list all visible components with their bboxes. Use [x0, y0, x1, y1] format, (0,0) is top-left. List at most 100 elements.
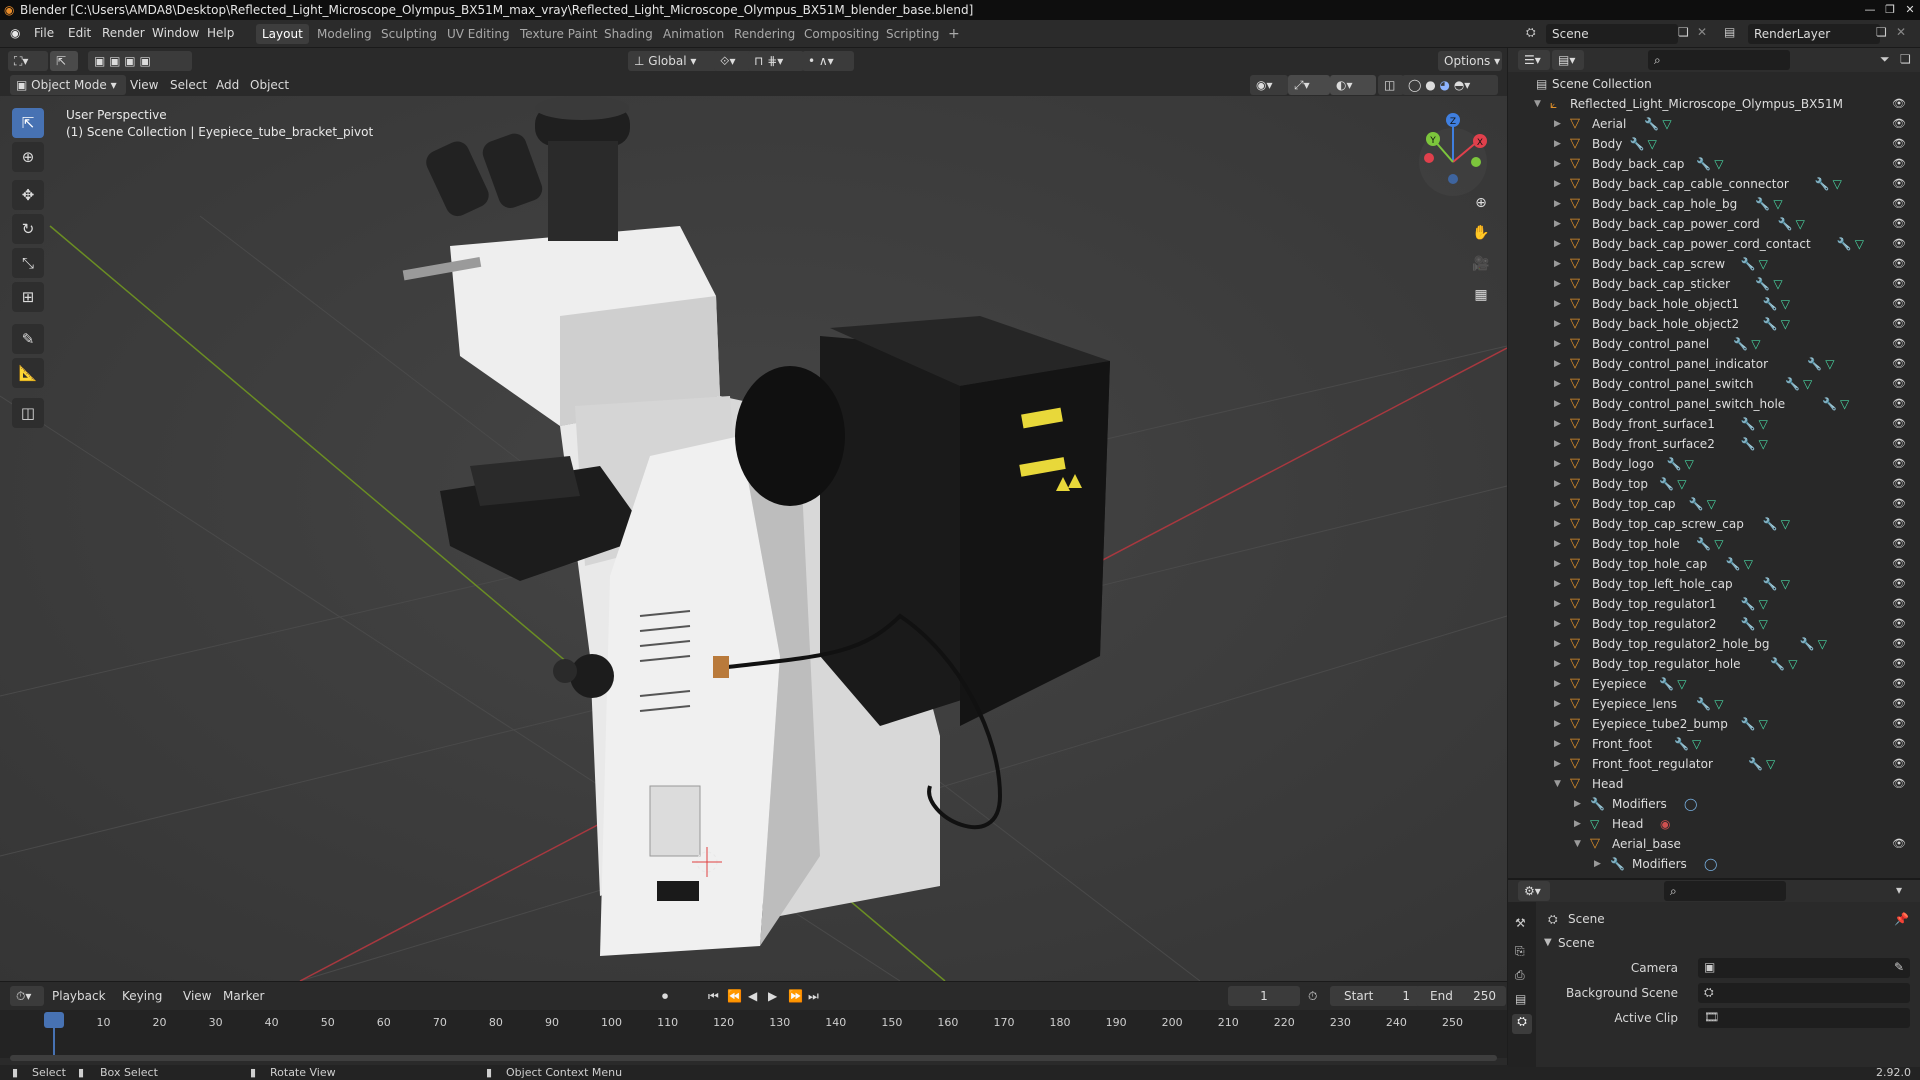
outliner-object-row[interactable]: ▶ ▽ Body_logo 🔧 ▽ 👁	[1508, 454, 1920, 474]
view-layer-delete-icon[interactable]: ✕	[1896, 25, 1906, 39]
expand-chevron-icon[interactable]: ▶	[1554, 714, 1561, 734]
mesh-data-icon[interactable]: ▽	[1796, 214, 1805, 234]
outliner-object-row[interactable]: ▶ ▽ Body_back_cap_screw 🔧 ▽ 👁	[1508, 254, 1920, 274]
material-icon[interactable]: ◉	[1660, 814, 1670, 834]
blender-menu-icon[interactable]: ◉	[10, 20, 20, 47]
outliner-object-row[interactable]: ▶ ▽ Body_back_hole_object1 🔧 ▽ 👁	[1508, 294, 1920, 314]
background-scene-field[interactable]: ⛭	[1698, 983, 1910, 1003]
menu-view[interactable]: View	[130, 75, 158, 95]
modifier-wrench-icon[interactable]: 🔧	[1770, 654, 1785, 674]
tab-uv-editing[interactable]: UV Editing	[441, 24, 516, 44]
outliner-object-row[interactable]: ▶ ▽ Body_top 🔧 ▽ 👁	[1508, 474, 1920, 494]
outliner-object-row[interactable]: ▶ ▽ Body_back_cap_hole_bg 🔧 ▽ 👁	[1508, 194, 1920, 214]
modifier-wrench-icon[interactable]: 🔧	[1659, 474, 1674, 494]
mesh-data-icon[interactable]: ▽	[1677, 474, 1686, 494]
pin-icon[interactable]: 📌	[1894, 912, 1909, 926]
3d-viewport[interactable]: Z X Y User Perspective (1) Scene Collect…	[0, 96, 1507, 981]
modifier-wrench-icon[interactable]: 🔧	[1785, 374, 1800, 394]
outliner-object-row[interactable]: ▶ ▽ Body_back_cap_cable_connector 🔧 ▽ 👁	[1508, 174, 1920, 194]
modifier-wrench-icon[interactable]: 🔧	[1674, 734, 1689, 754]
outliner-object-row[interactable]: ▶ ▽ Body_control_panel_switch_hole 🔧 ▽ 👁	[1508, 394, 1920, 414]
mesh-data-icon[interactable]: ▽	[1781, 574, 1790, 594]
mesh-data-icon[interactable]: ▽	[1744, 554, 1753, 574]
outliner-object-row[interactable]: ▶ ▽ Body_control_panel 🔧 ▽ 👁	[1508, 334, 1920, 354]
visibility-eye-icon[interactable]: 👁	[1892, 614, 1906, 634]
mesh-data-icon[interactable]: ▽	[1751, 334, 1760, 354]
visibility-eye-icon[interactable]: 👁	[1892, 634, 1906, 654]
menu-object[interactable]: Object	[250, 75, 289, 95]
expand-chevron-icon[interactable]: ▶	[1554, 514, 1561, 534]
modifier-wrench-icon[interactable]: 🔧	[1763, 294, 1778, 314]
mesh-data-icon[interactable]: ▽	[1781, 514, 1790, 534]
mesh-data-icon[interactable]: ▽	[1759, 594, 1768, 614]
modifier-wrench-icon[interactable]: 🔧	[1748, 754, 1763, 774]
expand-chevron-icon[interactable]: ▶	[1554, 654, 1561, 674]
add-workspace-icon[interactable]: +	[942, 24, 966, 44]
modifier-wrench-icon[interactable]: 🔧	[1659, 674, 1674, 694]
scene-copy-icon[interactable]: ❏	[1678, 25, 1689, 39]
mesh-data-icon[interactable]: ▽	[1773, 194, 1782, 214]
expand-chevron-icon[interactable]: ▶	[1554, 694, 1561, 714]
modifier-wrench-icon[interactable]: 🔧	[1696, 694, 1711, 714]
properties-editor-type-button[interactable]: ⚙▾	[1518, 881, 1550, 901]
outliner-object-row[interactable]: ▶ ▽ Eyepiece_tube2_bump 🔧 ▽ 👁	[1508, 714, 1920, 734]
filter-icon[interactable]: ⏷	[1880, 52, 1890, 67]
scene-type-icon[interactable]: ⛭	[1526, 25, 1536, 40]
tab-texture-paint[interactable]: Texture Paint	[514, 24, 603, 44]
visibility-eye-icon[interactable]: 👁	[1892, 174, 1906, 194]
outliner-collection[interactable]: ▼ ⟀ Reflected_Light_Microscope_Olympus_BX5…	[1508, 94, 1920, 114]
modifier-wrench-icon[interactable]: 🔧	[1815, 174, 1830, 194]
new-collection-icon[interactable]: ❏	[1900, 52, 1911, 66]
mesh-data-icon[interactable]: ▽	[1677, 674, 1686, 694]
mesh-data-icon[interactable]: ▽	[1714, 534, 1723, 554]
visibility-eye-icon[interactable]: 👁	[1892, 534, 1906, 554]
timeline-scrollbar[interactable]	[10, 1055, 1497, 1061]
visibility-eye-icon[interactable]: 👁	[1892, 194, 1906, 214]
modifier-wrench-icon[interactable]: 🔧	[1689, 494, 1704, 514]
mesh-data-icon[interactable]: ▽	[1781, 294, 1790, 314]
outliner-object-row[interactable]: ▶ ▽ Body_front_surface2 🔧 ▽ 👁	[1508, 434, 1920, 454]
view-layer-tab-icon[interactable]: ▤	[1515, 992, 1526, 1006]
modifier-wrench-icon[interactable]: 🔧	[1741, 594, 1756, 614]
outliner-editor-type-button[interactable]: ☰▾	[1518, 50, 1550, 70]
visibility-eye-icon[interactable]: 👁	[1892, 394, 1906, 414]
outliner-object-row[interactable]: ▶ ▽ Body_back_hole_object2 🔧 ▽ 👁	[1508, 314, 1920, 334]
visibility-eye-icon[interactable]: 👁	[1892, 674, 1906, 694]
expand-chevron-icon[interactable]: ▶	[1554, 294, 1561, 314]
mesh-data-icon[interactable]: ▽	[1759, 614, 1768, 634]
outliner-object-row[interactable]: ▶ ▽ Body_top_cap_screw_cap 🔧 ▽ 👁	[1508, 514, 1920, 534]
render-tab-icon[interactable]: ⎘	[1515, 944, 1525, 959]
mesh-data-icon[interactable]: ▽	[1648, 134, 1657, 154]
minimize-icon[interactable]: —	[1862, 2, 1878, 18]
visibility-eye-icon[interactable]: 👁	[1892, 734, 1906, 754]
zoom-icon[interactable]: ⊕	[1468, 190, 1494, 216]
menu-file[interactable]: File	[34, 20, 54, 47]
visibility-eye-icon[interactable]: 👁	[1892, 294, 1906, 314]
modifier-wrench-icon[interactable]: 🔧	[1630, 134, 1645, 154]
outliner-object-row[interactable]: ▶ ▽ Body 🔧 ▽ 👁	[1508, 134, 1920, 154]
expand-chevron-icon[interactable]: ▶	[1554, 574, 1561, 594]
proportional-edit-toggle[interactable]: • ∧▾	[802, 51, 854, 71]
expand-chevron-icon[interactable]: ▶	[1554, 214, 1561, 234]
tab-compositing[interactable]: Compositing	[798, 24, 885, 44]
tab-layout[interactable]: Layout	[256, 24, 309, 44]
expand-chevron-icon[interactable]: ▶	[1554, 494, 1561, 514]
outliner-object-row[interactable]: ▶ ▽ Body_back_cap_sticker 🔧 ▽ 👁	[1508, 274, 1920, 294]
mesh-data-icon[interactable]: ▽	[1855, 234, 1864, 254]
expand-chevron-icon[interactable]: ▶	[1554, 234, 1561, 254]
visibility-eye-icon[interactable]: 👁	[1892, 274, 1906, 294]
scene-tab-icon[interactable]: ⛭	[1512, 1014, 1532, 1034]
overlay-toggle[interactable]: ◐▾	[1330, 75, 1376, 95]
visibility-eye-icon[interactable]: 👁	[1892, 254, 1906, 274]
expand-chevron-icon[interactable]: ▶	[1574, 814, 1581, 834]
outliner-modifiers-row[interactable]: ▶ 🔧 Modifiers ◯	[1508, 854, 1920, 874]
camera-field[interactable]: ▣ ✎	[1698, 958, 1910, 978]
gizmo-toggle[interactable]: ⤢▾	[1288, 75, 1330, 95]
modifier-wrench-icon[interactable]: 🔧	[1763, 514, 1778, 534]
mesh-data-icon[interactable]: ▽	[1707, 494, 1716, 514]
expand-chevron-icon[interactable]: ▶	[1554, 174, 1561, 194]
outliner-object-row[interactable]: ▶ ▽ Body_top_regulator_hole 🔧 ▽ 👁	[1508, 654, 1920, 674]
expand-chevron-icon[interactable]: ▶	[1554, 134, 1561, 154]
expand-chevron-icon[interactable]: ▶	[1554, 614, 1561, 634]
outliner-object-row[interactable]: ▼ ▽ Head 👁	[1508, 774, 1920, 794]
